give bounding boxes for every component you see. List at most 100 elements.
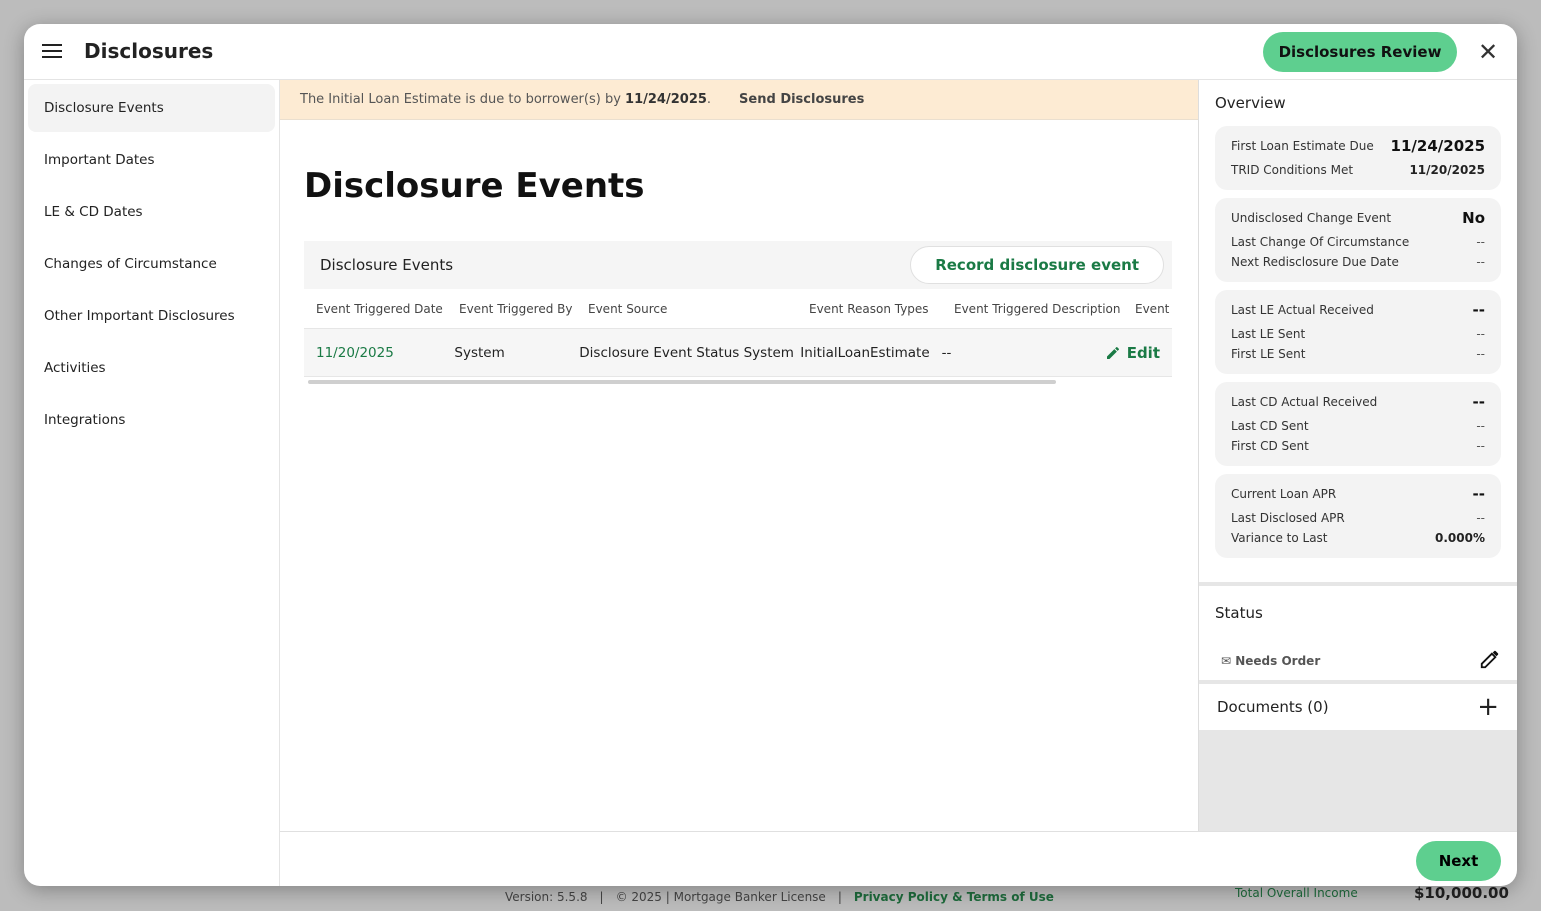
overview-value: 0.000% (1435, 531, 1485, 545)
status-title: Status (1215, 604, 1263, 622)
column-header[interactable]: Event S (1123, 302, 1172, 316)
privacy-link[interactable]: Privacy Policy & Terms of Use (854, 890, 1054, 904)
overview-card: Last CD Actual Received -- Last CD Sent -- F… (1215, 382, 1501, 466)
sidebar: Disclosure Events Important Dates LE & C… (24, 80, 280, 886)
cell-source: Disclosure Event Status System (579, 344, 794, 361)
overview-row: Variance to Last 0.000% (1231, 528, 1485, 548)
overview-label: Last LE Actual Received (1231, 303, 1374, 317)
column-header[interactable]: Event Triggered Description (942, 302, 1123, 316)
record-disclosure-event-button[interactable]: Record disclosure event (910, 246, 1164, 284)
table-row: 11/20/2025 System Disclosure Event Statu… (304, 329, 1172, 377)
overview-row: Last Disclosed APR -- (1231, 508, 1485, 528)
column-header[interactable]: Event Reason Types (797, 302, 942, 316)
table-title: Disclosure Events (320, 256, 454, 274)
overview-row: Last Change Of Circumstance -- (1231, 232, 1485, 252)
add-document-icon[interactable]: + (1477, 692, 1499, 722)
sidebar-item-activities[interactable]: Activities (28, 344, 275, 392)
version: Version: 5.5.8 (505, 890, 588, 904)
overview-card: Current Loan APR -- Last Disclosed APR -- Va… (1215, 474, 1501, 558)
copyright: © 2025 | Mortgage Banker License (615, 890, 826, 904)
overview-row: First CD Sent -- (1231, 436, 1485, 456)
sidebar-item-important-dates[interactable]: Important Dates (28, 136, 275, 184)
pencil-icon (1106, 346, 1119, 359)
column-header[interactable]: Event Source (576, 302, 797, 316)
income-value: $10,000.00 (1414, 884, 1509, 902)
sidebar-item-disclosure-events[interactable]: Disclosure Events (28, 84, 275, 132)
overview-label: Last CD Actual Received (1231, 395, 1378, 409)
overview-title: Overview (1215, 94, 1286, 112)
overview-value: -- (1472, 393, 1485, 411)
overview-value: 11/20/2025 (1409, 163, 1485, 177)
envelope-icon: ✉ (1221, 654, 1236, 668)
column-header[interactable]: Event Triggered By (447, 302, 576, 316)
status-value: ✉ Needs Order (1221, 654, 1321, 668)
horizontal-scrollbar[interactable] (308, 380, 1056, 384)
overview-value: -- (1476, 419, 1485, 433)
overview-row: Last LE Sent -- (1231, 324, 1485, 344)
overview-label: Undisclosed Change Event (1231, 211, 1392, 225)
overview-value: -- (1476, 347, 1485, 361)
overview-label: First Loan Estimate Due (1231, 139, 1374, 153)
overview-label: Next Redisclosure Due Date (1231, 255, 1399, 269)
overview-label: Last LE Sent (1231, 327, 1306, 341)
status-panel: Status ✉ Needs Order (1199, 586, 1517, 680)
overview-label: Last CD Sent (1231, 419, 1309, 433)
overview-card: First Loan Estimate Due 11/24/2025 TRID Co… (1215, 126, 1501, 190)
cell-by: System (454, 344, 505, 361)
cell-description: -- (941, 344, 952, 361)
overview-card: Undisclosed Change Event No Last Change Of… (1215, 198, 1501, 282)
documents-panel: Documents (0) + (1199, 684, 1517, 730)
overview-row: Last LE Actual Received -- (1231, 300, 1485, 320)
overview-value: -- (1472, 485, 1485, 503)
cell-reason: InitialLoanEstimate (800, 344, 930, 361)
sidebar-item-integrations[interactable]: Integrations (28, 396, 275, 444)
close-icon[interactable]: ✕ (1478, 38, 1498, 66)
sidebar-item-changes-of-circumstance[interactable]: Changes of Circumstance (28, 240, 275, 288)
overview-value: -- (1476, 255, 1485, 269)
next-button[interactable]: Next (1416, 841, 1501, 881)
modal-header: Disclosures Disclosures Review ✕ (24, 24, 1517, 80)
overview-row: Current Loan APR -- (1231, 484, 1485, 504)
disclosures-modal: Disclosures Disclosures Review ✕ Disclos… (24, 24, 1517, 886)
column-header[interactable]: Event Triggered Date (304, 302, 447, 316)
overview-value: 11/24/2025 (1390, 137, 1485, 155)
overview-panel: Overview First Loan Estimate Due 11/24/20… (1199, 80, 1517, 582)
overview-label: First LE Sent (1231, 347, 1306, 361)
edit-button[interactable]: Edit (1105, 344, 1172, 362)
overview-label: Current Loan APR (1231, 487, 1337, 501)
overview-value: No (1462, 209, 1485, 227)
modal-footer: Next (280, 831, 1517, 886)
overview-value: -- (1476, 511, 1485, 525)
menu-icon[interactable] (42, 44, 62, 58)
overview-row: TRID Conditions Met 11/20/2025 (1231, 160, 1485, 180)
banner-date: 11/24/2025 (625, 92, 707, 107)
due-banner: The Initial Loan Estimate is due to borr… (280, 80, 1198, 120)
overview-row: Undisclosed Change Event No (1231, 208, 1485, 228)
table-header: Event Triggered Date Event Triggered By … (304, 289, 1172, 329)
send-disclosures-link[interactable]: Send Disclosures (739, 92, 864, 107)
sidebar-item-other-disclosures[interactable]: Other Important Disclosures (28, 292, 275, 340)
pencil-icon[interactable] (1479, 648, 1501, 670)
banner-text: The Initial Loan Estimate is due to borr… (300, 92, 621, 107)
cell-date[interactable]: 11/20/2025 (304, 345, 442, 361)
overview-row: Next Redisclosure Due Date -- (1231, 252, 1485, 272)
overview-row: Last CD Actual Received -- (1231, 392, 1485, 412)
overview-label: TRID Conditions Met (1231, 163, 1354, 177)
overview-row: Last CD Sent -- (1231, 416, 1485, 436)
overview-label: First CD Sent (1231, 439, 1309, 453)
right-panel: Overview First Loan Estimate Due 11/24/20… (1198, 80, 1517, 831)
main-content: The Initial Loan Estimate is due to borr… (280, 80, 1198, 831)
overview-row: First Loan Estimate Due 11/24/2025 (1231, 136, 1485, 156)
sidebar-item-le-cd-dates[interactable]: LE & CD Dates (28, 188, 275, 236)
overview-label: Last Disclosed APR (1231, 511, 1345, 525)
overview-value: -- (1476, 235, 1485, 249)
modal-title: Disclosures (84, 39, 214, 63)
events-table: Disclosure Events Record disclosure even… (304, 241, 1172, 384)
overview-value: -- (1472, 301, 1485, 319)
documents-title: Documents (0) (1217, 698, 1329, 716)
overview-value: -- (1476, 327, 1485, 341)
overview-card: Last LE Actual Received -- Last LE Sent -- F… (1215, 290, 1501, 374)
overview-label: Last Change Of Circumstance (1231, 235, 1410, 249)
income-label: Total Overall Income (1235, 886, 1358, 900)
disclosures-review-button[interactable]: Disclosures Review (1263, 32, 1457, 72)
